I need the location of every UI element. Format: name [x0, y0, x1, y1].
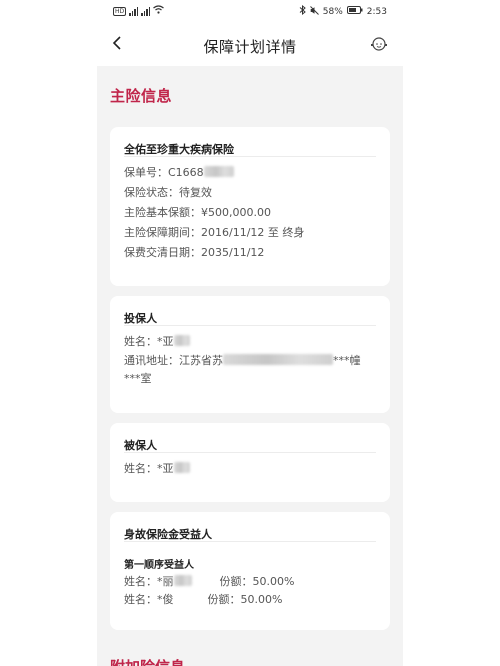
- beneficiary-row: 姓名：*俊 份额：50.00%: [124, 591, 376, 609]
- base-sum-value: ¥500,000.00: [201, 206, 271, 219]
- signal-icon: [129, 6, 139, 16]
- beneficiary-name-value: *丽: [157, 575, 174, 588]
- policy-status-label: 保险状态：: [124, 186, 179, 199]
- applicant-address-row: 通讯地址：江苏省苏 ***幢 ***室: [124, 352, 376, 388]
- policy-card: 全佑至珍重大疾病保险 保单号：C1668 保险状态：待复效 主险基本保额：¥50…: [110, 127, 390, 286]
- premium-paid-up-value: 2035/11/12: [201, 246, 265, 259]
- page-title: 保障计划详情: [203, 38, 297, 56]
- beneficiary-title: 身故保险金受益人: [124, 528, 212, 541]
- policy-number-value: C1668: [168, 166, 204, 179]
- customer-service-icon[interactable]: [369, 35, 389, 53]
- address-tail: ***幢: [333, 354, 361, 367]
- main-insurance-section-title: 主险信息: [110, 87, 173, 105]
- address-label: 通讯地址：: [124, 354, 179, 367]
- applicant-name-label: 姓名：: [124, 335, 157, 348]
- share-label: 份额：: [219, 575, 253, 588]
- redacted-blur: [173, 335, 190, 346]
- battery-percent: 58%: [322, 6, 343, 17]
- beneficiary-name-label: 姓名：: [124, 575, 157, 588]
- policy-number-row: 保单号：C1668: [124, 163, 376, 183]
- redacted-blur: [223, 354, 333, 365]
- hd-badge: HD: [113, 6, 127, 16]
- applicant-name-row: 姓名：*亚: [124, 332, 376, 352]
- policy-product-name: 全佑至珍重大疾病保险: [124, 143, 234, 156]
- coverage-period-value: 2016/11/12 至 终身: [201, 226, 305, 239]
- clock: 2:53: [366, 6, 387, 17]
- insured-name-row: 姓名：*亚: [124, 459, 376, 479]
- beneficiary-name-label: 姓名：: [124, 593, 157, 606]
- redacted-blur: [173, 575, 192, 586]
- mute-icon: [309, 5, 319, 18]
- signal-icon-2: [141, 6, 151, 16]
- policy-status-value: 待复效: [179, 186, 212, 199]
- coverage-period-row: 主险保障期间：2016/11/12 至 终身: [124, 223, 376, 243]
- insured-name-label: 姓名：: [124, 462, 157, 475]
- nav-bar: 保障计划详情: [97, 22, 403, 66]
- rider-section-title: 附加险信息: [110, 656, 185, 666]
- insured-name-value: *亚: [157, 462, 174, 475]
- share-value: 50.00%: [240, 593, 283, 606]
- policy-number-label: 保单号：: [124, 166, 168, 179]
- status-bar: HD 58% 2:53: [97, 0, 403, 22]
- battery-icon: [346, 6, 363, 17]
- address-line2: ***室: [124, 372, 152, 385]
- redacted-blur: [173, 462, 190, 473]
- share-label: 份额：: [207, 593, 241, 606]
- redacted-blur: [203, 166, 234, 177]
- insured-title: 被保人: [124, 439, 157, 452]
- wifi-icon: [153, 5, 165, 17]
- share-value: 50.00%: [252, 575, 295, 588]
- status-left: HD: [113, 5, 165, 17]
- beneficiary-card: 身故保险金受益人 第一顺序受益人 姓名：*丽 份额：50.00% 姓名：*俊 份额：…: [110, 512, 390, 630]
- base-sum-row: 主险基本保额：¥500,000.00: [124, 203, 376, 223]
- applicant-card: 投保人 姓名：*亚 通讯地址：江苏省苏 ***幢 ***室: [110, 296, 390, 413]
- insured-card: 被保人 姓名：*亚: [110, 423, 390, 502]
- status-right: 58% 2:53: [299, 4, 387, 18]
- premium-paid-up-label: 保费交清日期：: [124, 246, 201, 259]
- beneficiary-name-value: *俊: [157, 593, 174, 606]
- coverage-period-label: 主险保障期间：: [124, 226, 201, 239]
- base-sum-label: 主险基本保额：: [124, 206, 201, 219]
- premium-paid-up-row: 保费交清日期：2035/11/12: [124, 243, 376, 263]
- phone-screen: HD 58% 2:53 保障计划详情 主险信息 全佑至珍重大疾病保险 保单号：C…: [97, 0, 403, 666]
- policy-status-row: 保险状态：待复效: [124, 183, 376, 203]
- bluetooth-icon: [299, 4, 306, 18]
- first-order-beneficiary-label: 第一顺序受益人: [124, 560, 194, 571]
- applicant-name-value: *亚: [157, 335, 174, 348]
- applicant-title: 投保人: [124, 312, 157, 325]
- beneficiary-row: 姓名：*丽 份额：50.00%: [124, 573, 376, 591]
- address-value: 江苏省苏: [179, 354, 223, 367]
